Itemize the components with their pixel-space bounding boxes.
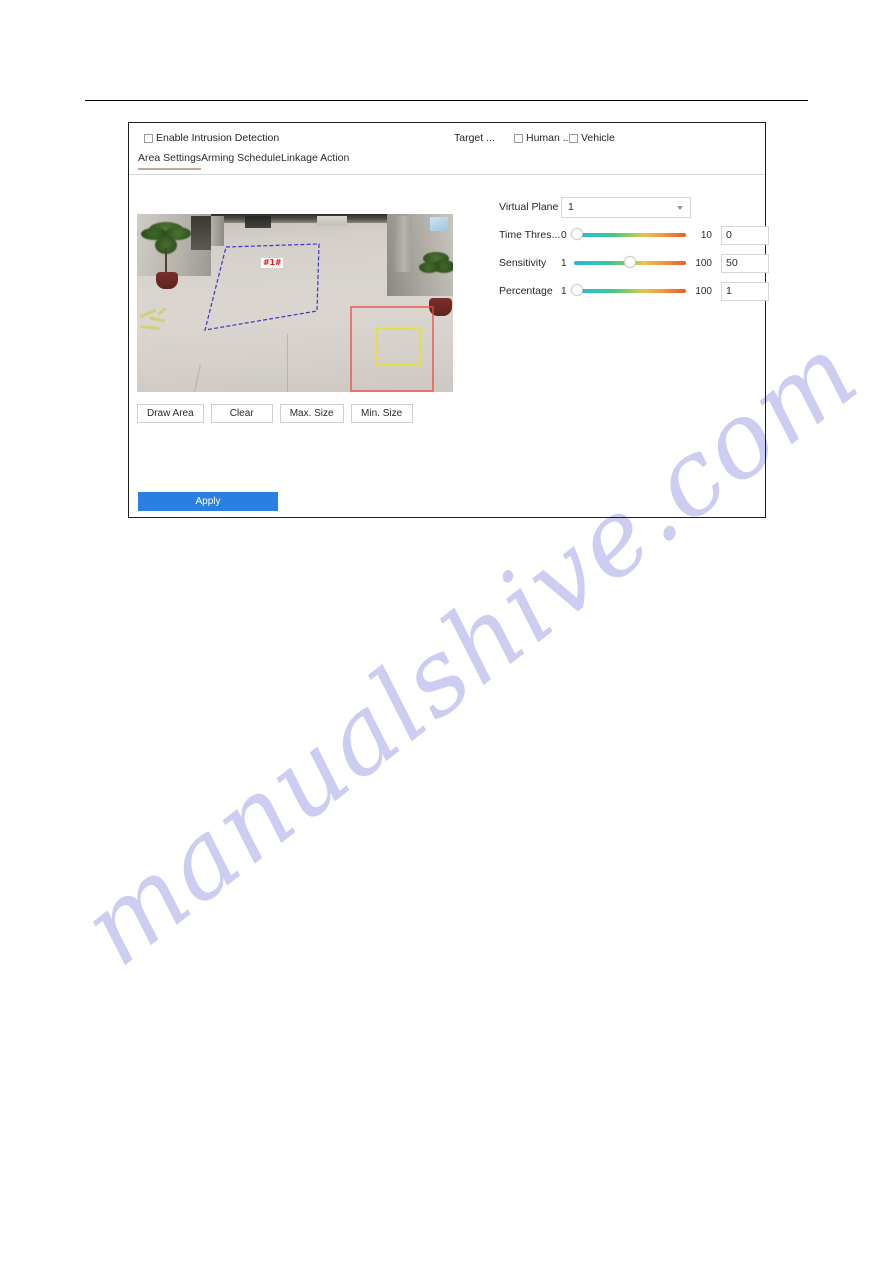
time-threshold-max: 10 — [700, 229, 712, 241]
sensitivity-input[interactable]: 50 — [721, 253, 769, 273]
max-size-button[interactable]: Max. Size — [279, 404, 344, 423]
min-size-button[interactable]: Min. Size — [350, 404, 413, 423]
percentage-max: 100 — [695, 285, 712, 297]
virtual-plane-value: 1 — [568, 201, 574, 213]
detection-parameters: Virtual Plane 1 Time Thres... 0 10 0 Sen… — [499, 193, 769, 305]
draw-area-button[interactable]: Draw Area — [137, 404, 204, 423]
scene-pillar-left — [211, 216, 224, 246]
slider-handle[interactable] — [571, 228, 583, 240]
slider-handle[interactable] — [624, 256, 636, 268]
slider-handle[interactable] — [571, 284, 583, 296]
panel-header-row: Enable Intrusion Detection Target ... Hu… — [129, 123, 765, 153]
panel-tabs: Area Settings Arming Schedule Linkage Ac… — [129, 152, 765, 175]
tab-arming-schedule[interactable]: Arming Schedule — [201, 152, 281, 168]
sensitivity-min: 1 — [561, 257, 567, 269]
virtual-plane-label: Virtual Plane — [499, 201, 559, 213]
percentage-row: Percentage 1 100 1 — [499, 277, 769, 305]
intrusion-detection-panel: Enable Intrusion Detection Target ... Hu… — [128, 122, 769, 518]
percentage-input[interactable]: 1 — [721, 281, 769, 301]
sensitivity-slider[interactable] — [574, 256, 686, 270]
target-human-checkbox[interactable]: Human ... — [514, 132, 572, 144]
slider-track — [574, 233, 686, 237]
time-threshold-input[interactable]: 0 — [721, 225, 769, 245]
sensitivity-row: Sensitivity 1 100 50 — [499, 249, 769, 277]
percentage-slider[interactable] — [571, 284, 686, 298]
checkbox-box-human[interactable] — [514, 133, 523, 143]
checkbox-box-vehicle[interactable] — [569, 133, 578, 143]
scene-far-door — [245, 216, 271, 228]
target-vehicle-checkbox[interactable]: Vehicle — [569, 132, 615, 144]
intrusion-zone-label: #1# — [261, 258, 284, 268]
time-threshold-slider[interactable] — [571, 228, 686, 242]
scene-pillar-right — [394, 216, 411, 272]
percentage-label: Percentage — [499, 285, 553, 297]
apply-button[interactable]: Apply — [138, 492, 278, 511]
target-human-label: Human ... — [526, 132, 572, 144]
draw-tools-row: Draw Area Clear Max. Size Min. Size — [137, 404, 413, 423]
sensitivity-max: 100 — [695, 257, 712, 269]
camera-preview[interactable]: #1# — [137, 214, 453, 392]
scene-door-left — [191, 216, 211, 250]
scene-window-right — [430, 217, 448, 231]
clear-button[interactable]: Clear — [210, 404, 273, 423]
checkbox-box-enable[interactable] — [144, 133, 153, 143]
camera-video-frame[interactable]: #1# — [137, 214, 453, 392]
scene-floor-seam — [287, 334, 288, 392]
target-filter-label: Target ... — [454, 132, 495, 144]
time-threshold-label: Time Thres... — [499, 229, 561, 241]
virtual-plane-select[interactable]: 1 — [561, 196, 691, 218]
enable-intrusion-detection-checkbox[interactable]: Enable Intrusion Detection — [144, 132, 279, 144]
tab-linkage-action[interactable]: Linkage Action — [281, 152, 349, 168]
page-header-rule — [85, 100, 808, 101]
tab-area-settings[interactable]: Area Settings — [138, 152, 202, 170]
slider-track — [574, 289, 686, 293]
virtual-plane-row: Virtual Plane 1 — [499, 193, 754, 221]
sensitivity-label: Sensitivity — [499, 257, 547, 269]
time-threshold-row: Time Thres... 0 10 0 — [499, 221, 769, 249]
chevron-down-icon[interactable] — [677, 206, 683, 210]
scene-far-wall — [317, 216, 347, 226]
target-vehicle-label: Vehicle — [581, 132, 615, 144]
enable-intrusion-detection-label: Enable Intrusion Detection — [156, 132, 280, 144]
